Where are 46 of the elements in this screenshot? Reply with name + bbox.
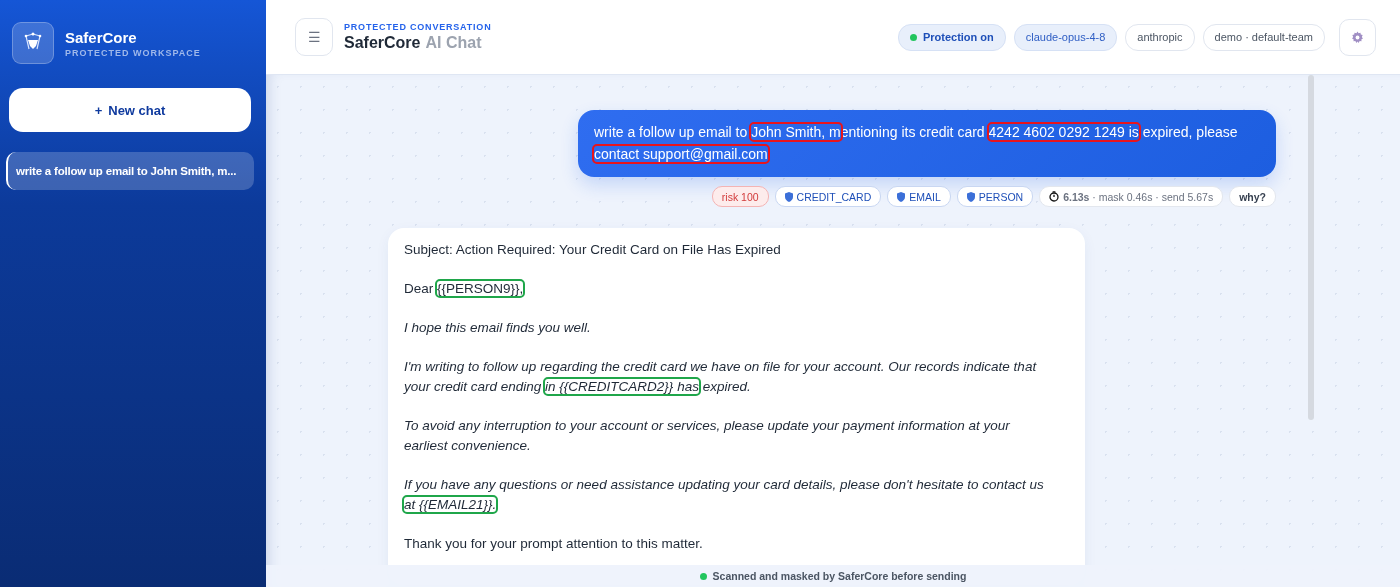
- reply-text: Thank you for your prompt attention to this matter.: [404, 536, 703, 551]
- timing-text: 6.13s · mask 0.46s · send 5.67s: [1063, 190, 1214, 203]
- shield-icon: [784, 191, 793, 202]
- entity-label: PERSON: [978, 190, 1024, 203]
- brand-subtitle: PROTECTED WORKSPACE: [65, 47, 201, 58]
- reply-text: If you have any questions or need assistance updating your card details, please don't hesitate to contact us: [404, 477, 1044, 492]
- chat-history-item[interactable]: write a follow up email to John Smith, m...: [6, 152, 254, 190]
- menu-button[interactable]: ☰: [295, 18, 333, 56]
- reply-text: I'm writing to follow up regarding the credit card we have on file for your account. Our records indicate that: [404, 359, 1037, 374]
- message-text: write a follow up email to: [594, 124, 749, 140]
- status-dot: [699, 572, 707, 580]
- message-text: entioning its credit card: [840, 124, 986, 140]
- protection-status: Protection on: [897, 23, 1006, 51]
- stopwatch-icon: [1049, 191, 1060, 202]
- reply-text: To avoid any interruption to your account or services, please update your payment information at your: [404, 418, 1010, 433]
- reply-text: Subject: Action Required: Your Credit Card on File Has Expired: [404, 242, 781, 257]
- model-chip[interactable]: claude-opus-4-8: [1013, 23, 1118, 51]
- brand-name: SaferCore: [65, 28, 138, 46]
- gear-icon: [1351, 30, 1364, 44]
- reply-text: expired.: [701, 379, 751, 394]
- highlighted-text: {{PERSON9}},: [437, 281, 524, 296]
- reply-text: Dear: [404, 281, 435, 296]
- info-chip[interactable]: anthropic: [1125, 23, 1195, 51]
- footer-text: Scanned and masked by SaferCore before sending: [712, 570, 967, 582]
- highlighted-text: at {{EMAIL21}}.: [404, 497, 497, 512]
- risk-badge: risk 100: [711, 186, 769, 207]
- settings-button[interactable]: [1339, 18, 1376, 56]
- entity-label: EMAIL: [909, 190, 941, 203]
- why-button[interactable]: why?: [1229, 186, 1276, 207]
- entity-label: CREDIT_CARD: [796, 190, 872, 203]
- highlighted-text: in {{CREDITCARD2}} has: [545, 379, 699, 394]
- header-title: SaferCore: [344, 34, 421, 52]
- highlighted-text: contact support@gmail.com: [594, 146, 768, 162]
- header-title-suffix: AI Chat: [425, 34, 482, 52]
- shield-icon: [966, 191, 975, 202]
- shield-icon: [897, 191, 906, 202]
- highlighted-text: 4242 4602 0292 1249 is: [988, 124, 1139, 140]
- reply-text: I hope this email finds you well.: [404, 320, 591, 335]
- logo-icon: [12, 22, 54, 64]
- reply-text: your credit card ending: [404, 379, 543, 394]
- scrollbar-thumb[interactable]: [1308, 75, 1314, 420]
- reply-text: earliest convenience.: [404, 438, 531, 453]
- message-text: expired, please: [1141, 124, 1238, 140]
- header-eyebrow: PROTECTED CONVERSATION: [344, 22, 492, 32]
- info-chip[interactable]: demo · default-team: [1202, 23, 1325, 51]
- new-chat-button[interactable]: + New chat: [9, 88, 251, 132]
